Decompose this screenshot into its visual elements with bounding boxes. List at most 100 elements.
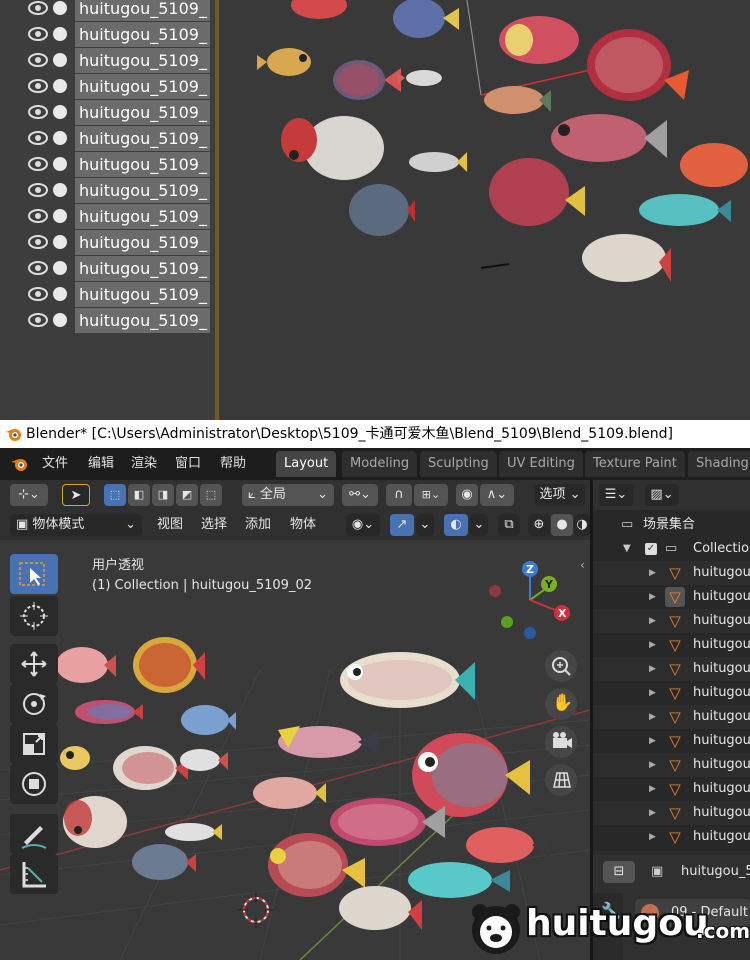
- outliner-row[interactable]: huitugou_5109_: [0, 22, 215, 48]
- outliner-object-name[interactable]: huitugou_5109_: [75, 204, 210, 229]
- outliner-object-name[interactable]: huitugou_5109_: [75, 178, 210, 203]
- expand-triangle-icon[interactable]: ▶: [649, 657, 656, 681]
- select-box-tool[interactable]: [10, 554, 58, 594]
- mesh-object-icon[interactable]: ▽: [665, 755, 685, 775]
- options-dropdown[interactable]: 选项 ⌄: [535, 484, 585, 506]
- mesh-object-icon[interactable]: ▽: [665, 707, 685, 727]
- outliner-row[interactable]: huitugou_5109_: [0, 126, 215, 152]
- outliner-row[interactable]: huitugou_5109_: [0, 256, 215, 282]
- cursor-tool[interactable]: [10, 596, 58, 636]
- ortho-toggle-button[interactable]: [545, 764, 577, 796]
- measure-tool[interactable]: [10, 854, 58, 894]
- camera-visibility-icon[interactable]: [53, 131, 67, 145]
- menu-file[interactable]: 文件: [42, 448, 68, 480]
- menu-help[interactable]: 帮助: [220, 448, 246, 480]
- mesh-object-icon[interactable]: ▽: [665, 635, 685, 655]
- camera-visibility-icon[interactable]: [53, 27, 67, 41]
- menu-edit[interactable]: 编辑: [88, 448, 114, 480]
- wireframe-shading-button[interactable]: ⊕: [528, 514, 550, 536]
- blender-menu-icon[interactable]: [10, 455, 30, 473]
- snap-target-dropdown[interactable]: ⊞⌄: [414, 484, 448, 506]
- mesh-object-icon[interactable]: ▽: [665, 587, 685, 607]
- outliner-row[interactable]: huitugou_5109_: [0, 204, 215, 230]
- sidebar-expand-icon[interactable]: ‹: [580, 558, 585, 572]
- pan-button[interactable]: ✋: [545, 688, 577, 720]
- expand-triangle-icon[interactable]: ▶: [649, 561, 656, 585]
- eye-icon[interactable]: [28, 53, 48, 67]
- camera-visibility-icon[interactable]: [53, 79, 67, 93]
- mesh-object-icon[interactable]: ▽: [665, 683, 685, 703]
- menu-object[interactable]: 物体: [290, 514, 316, 536]
- eye-icon[interactable]: [28, 183, 48, 197]
- outliner-object-row[interactable]: ▶ ▽ huitugou_: [593, 609, 750, 633]
- outliner-object-row[interactable]: ▶ ▽ huitugou_: [593, 825, 750, 849]
- gizmo-dropdown[interactable]: ⌄: [416, 514, 434, 536]
- camera-view-button[interactable]: [545, 726, 577, 758]
- eye-icon[interactable]: [28, 209, 48, 223]
- navigation-gizmo[interactable]: Z Y X: [489, 561, 570, 639]
- menu-view[interactable]: 视图: [157, 514, 183, 536]
- select-invert-button[interactable]: ◩: [176, 484, 198, 506]
- camera-visibility-icon[interactable]: [53, 261, 67, 275]
- camera-visibility-icon[interactable]: [53, 183, 67, 197]
- expand-triangle-icon[interactable]: ▶: [649, 681, 656, 705]
- select-subtract-button[interactable]: ◨: [152, 484, 174, 506]
- camera-visibility-icon[interactable]: [53, 105, 67, 119]
- annotate-tool[interactable]: [10, 814, 58, 854]
- camera-visibility-icon[interactable]: [53, 53, 67, 67]
- overlays-toggle[interactable]: ◐: [444, 514, 468, 536]
- toolbar-expand-icon[interactable]: ›: [62, 745, 67, 759]
- checkbox-icon[interactable]: ✓: [645, 543, 657, 555]
- expand-triangle-icon[interactable]: ▶: [649, 801, 656, 825]
- neg-z-axis-handle[interactable]: [524, 627, 536, 639]
- expand-triangle-icon[interactable]: ▶: [649, 609, 656, 633]
- outliner-object-name[interactable]: huitugou_5109_: [75, 256, 210, 281]
- snap-toggle[interactable]: ∩: [386, 484, 412, 506]
- outliner-row[interactable]: huitugou_5109_: [0, 100, 215, 126]
- eye-icon[interactable]: [28, 131, 48, 145]
- outliner-object-name[interactable]: huitugou_5109_: [75, 152, 210, 177]
- eye-icon[interactable]: [28, 287, 48, 301]
- outliner-row[interactable]: huitugou_5109_: [0, 152, 215, 178]
- outliner-row[interactable]: huitugou_5109_: [0, 178, 215, 204]
- outliner-object-name[interactable]: huitugou_5109_: [75, 0, 210, 21]
- pivot-point-dropdown[interactable]: ⚯⌄: [342, 484, 378, 506]
- outliner-object-name[interactable]: huitugou_5109_: [75, 100, 210, 125]
- collection-row[interactable]: ▼ ✓ ▭ Collection: [593, 537, 750, 561]
- camera-visibility-icon[interactable]: [53, 287, 67, 301]
- mesh-object-icon[interactable]: ▽: [665, 779, 685, 799]
- camera-visibility-icon[interactable]: [53, 157, 67, 171]
- mesh-object-icon[interactable]: ▽: [665, 611, 685, 631]
- outliner-row[interactable]: huitugou_5109_: [0, 308, 215, 334]
- outliner-object-row[interactable]: ▶ ▽ huitugou_: [593, 681, 750, 705]
- select-intersect-button[interactable]: ⬚: [200, 484, 222, 506]
- menu-render[interactable]: 渲染: [131, 448, 157, 480]
- neg-x-axis-handle[interactable]: [489, 585, 501, 597]
- outliner-object-row[interactable]: ▶ ▽ huitugou_: [593, 561, 750, 585]
- camera-visibility-icon[interactable]: [53, 313, 67, 327]
- outliner-row[interactable]: huitugou_5109_: [0, 230, 215, 256]
- outliner-object-name[interactable]: huitugou_5109_: [75, 308, 210, 333]
- visibility-dropdown[interactable]: ◉⌄: [346, 514, 380, 536]
- xray-toggle[interactable]: ⧉: [498, 514, 520, 536]
- orientation-dropdown[interactable]: ⟀ 全局 ⌄: [242, 484, 334, 506]
- outliner-object-name[interactable]: huitugou_5109_: [75, 282, 210, 307]
- expand-triangle-icon[interactable]: ▶: [649, 633, 656, 657]
- expand-triangle-icon[interactable]: ▶: [649, 705, 656, 729]
- falloff-dropdown[interactable]: ∧⌄: [480, 484, 514, 506]
- outliner-object-name[interactable]: huitugou_5109_: [75, 74, 210, 99]
- top-viewport[interactable]: y: [219, 0, 750, 420]
- expand-triangle-icon[interactable]: ▶: [649, 729, 656, 753]
- outliner-object-row[interactable]: ▶ ▽ huitugou_: [593, 633, 750, 657]
- outliner-object-row[interactable]: ▶ ▽ huitugou_: [593, 801, 750, 825]
- mesh-object-icon[interactable]: ▽: [665, 659, 685, 679]
- mesh-object-icon[interactable]: ▽: [665, 803, 685, 823]
- eye-icon[interactable]: [28, 1, 48, 15]
- expand-triangle-icon[interactable]: ▶: [649, 825, 656, 849]
- eye-icon[interactable]: [28, 235, 48, 249]
- menu-window[interactable]: 窗口: [175, 448, 201, 480]
- zoom-button[interactable]: [545, 650, 577, 682]
- move-tool[interactable]: [10, 644, 58, 684]
- eye-icon[interactable]: [28, 261, 48, 275]
- tab-sculpting[interactable]: Sculpting: [420, 451, 497, 477]
